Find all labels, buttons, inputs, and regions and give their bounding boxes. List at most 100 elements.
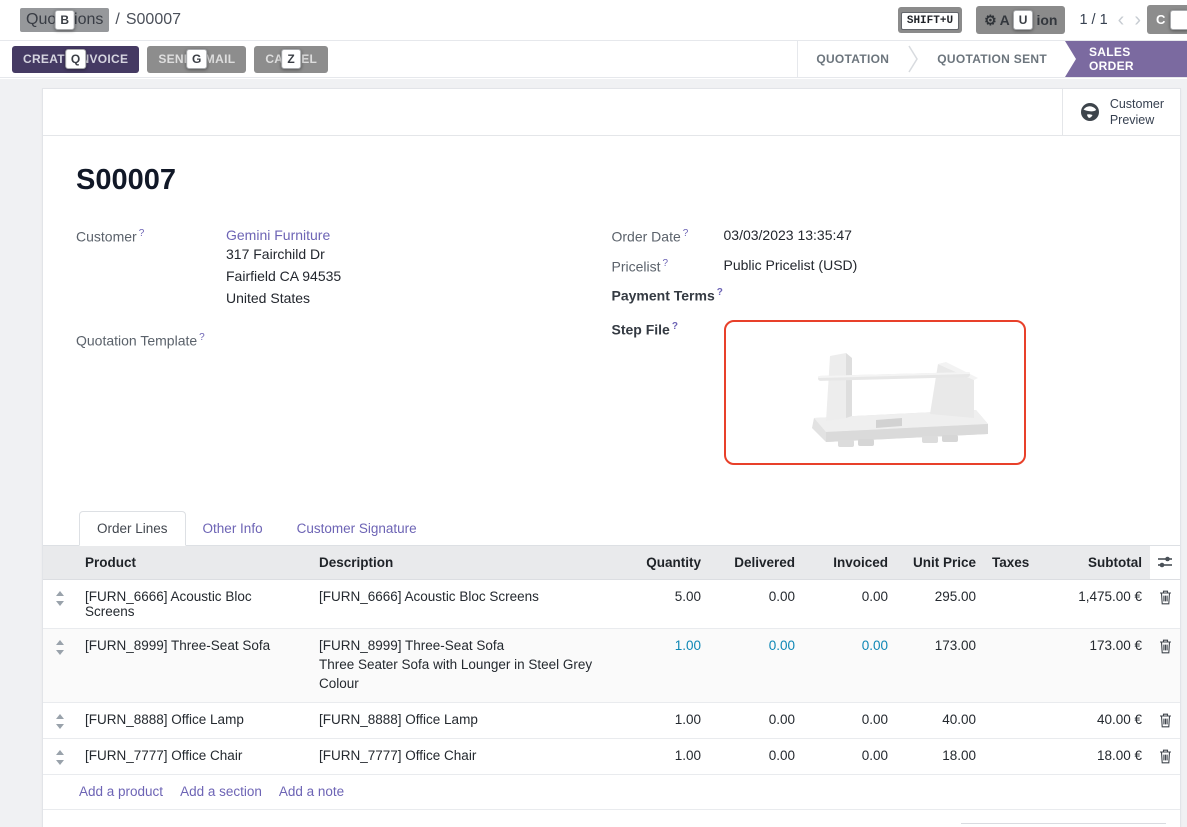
cell-invoiced[interactable]: 0.00 xyxy=(803,628,896,702)
order-line-row: [FURN_6666] Acoustic Bloc Screens [FURN_… xyxy=(43,579,1180,628)
cell-delivered[interactable]: 0.00 xyxy=(709,579,803,628)
cell-delivered[interactable]: 0.00 xyxy=(709,702,803,738)
field-group-left: Customer? Gemini Furniture 317 Fairchild… xyxy=(76,227,612,477)
customer-link[interactable]: Gemini Furniture xyxy=(226,227,330,243)
cell-unit-price[interactable]: 173.00 xyxy=(896,628,984,702)
tab-order-lines[interactable]: Order Lines xyxy=(79,511,186,546)
help-icon: ? xyxy=(139,228,145,239)
customer-label: Customer? xyxy=(76,227,226,309)
status-step-quotation-sent[interactable]: QUOTATION SENT xyxy=(919,41,1065,77)
cell-description[interactable]: [FURN_8888] Office Lamp xyxy=(311,702,617,738)
cell-invoiced[interactable]: 0.00 xyxy=(803,702,896,738)
cell-subtotal: 18.00 € xyxy=(1036,738,1150,774)
status-separator-icon xyxy=(907,41,919,77)
cell-delivered[interactable]: 0.00 xyxy=(709,738,803,774)
sheet-head: S00007 Customer? Gemini Furniture 317 Fa… xyxy=(43,136,1180,477)
hint-key-badge-q: Q xyxy=(65,49,87,69)
breadcrumb-separator: / xyxy=(115,11,119,29)
help-icon: ? xyxy=(672,321,678,332)
cell-invoiced[interactable]: 0.00 xyxy=(803,738,896,774)
field-step-file: Step File? xyxy=(612,320,1148,465)
action-menu-label-start: A xyxy=(1000,12,1010,28)
delete-line-button[interactable] xyxy=(1150,702,1180,738)
create-invoice-button[interactable]: CREATE INVOICE Q xyxy=(12,46,139,73)
hint-key-badge-b: B xyxy=(54,10,75,30)
cell-quantity[interactable]: 5.00 xyxy=(617,579,709,628)
order-date-field[interactable]: 03/03/2023 13:35:47 xyxy=(724,227,852,245)
content-area: Customer Preview S00007 Customer? Gemini… xyxy=(0,79,1187,827)
column-header-subtotal[interactable]: Subtotal xyxy=(1036,546,1150,580)
cell-description[interactable]: [FURN_8999] Three-Seat Sofa Three Seater… xyxy=(311,628,617,702)
step-file-image-widget[interactable] xyxy=(724,320,1026,465)
order-line-row: [FURN_7777] Office Chair [FURN_7777] Off… xyxy=(43,738,1180,774)
edge-hint-button[interactable]: C xyxy=(1147,5,1187,34)
cell-unit-price[interactable]: 295.00 xyxy=(896,579,984,628)
cell-invoiced[interactable]: 0.00 xyxy=(803,579,896,628)
action-menu-button[interactable]: ⚙ A U ion xyxy=(976,6,1065,34)
status-step-sales-order-active[interactable]: SALES ORDER xyxy=(1065,41,1187,77)
send-email-button[interactable]: SEND EMAIL G xyxy=(147,46,246,73)
add-product-link[interactable]: Add a product xyxy=(79,784,163,799)
column-header-unit-price[interactable]: Unit Price xyxy=(896,546,984,580)
drag-handle[interactable] xyxy=(43,579,77,628)
status-step-quotation[interactable]: QUOTATION xyxy=(798,41,907,77)
form-sheet: Customer Preview S00007 Customer? Gemini… xyxy=(42,88,1181,827)
line-action-links: Add a product Add a section Add a note xyxy=(43,775,1180,810)
customer-preview-button[interactable]: Customer Preview xyxy=(1062,89,1180,135)
hint-key-badge-edge xyxy=(1170,10,1187,30)
breadcrumb-quotations-link[interactable]: Quotations B xyxy=(20,8,109,32)
column-header-quantity[interactable]: Quantity xyxy=(617,546,709,580)
drag-handle[interactable] xyxy=(43,628,77,702)
cell-quantity[interactable]: 1.00 xyxy=(617,738,709,774)
cell-taxes[interactable] xyxy=(984,579,1036,628)
drag-handle[interactable] xyxy=(43,738,77,774)
action-menu-label-end: ion xyxy=(1036,12,1057,28)
cell-unit-price[interactable]: 18.00 xyxy=(896,738,984,774)
payment-terms-label: Payment Terms? xyxy=(612,286,724,304)
column-header-description[interactable]: Description xyxy=(311,546,617,580)
cell-subtotal: 173.00 € xyxy=(1036,628,1150,702)
delete-line-button[interactable] xyxy=(1150,738,1180,774)
terms-and-conditions-field[interactable]: Terms and conditions... xyxy=(79,823,218,827)
document-title-field[interactable]: S00007 xyxy=(76,164,1147,197)
sliders-icon xyxy=(1157,555,1173,569)
cancel-button[interactable]: CANCEL Z xyxy=(254,46,328,73)
shift-u-shortcut-badge: SHIFT+U xyxy=(901,12,959,30)
pricelist-field[interactable]: Public Pricelist (USD) xyxy=(724,257,858,275)
pager-previous-button[interactable]: ‹ xyxy=(1118,10,1125,30)
pager-value: 1 / 1 xyxy=(1079,12,1107,28)
column-header-invoiced[interactable]: Invoiced xyxy=(803,546,896,580)
drag-handle-icon xyxy=(55,750,65,765)
totals-block: Total: 1,706.00 € xyxy=(961,823,1166,827)
cell-quantity[interactable]: 1.00 xyxy=(617,628,709,702)
cell-product[interactable]: [FURN_6666] Acoustic Bloc Screens xyxy=(77,579,311,628)
sheet-footer: Terms and conditions... Total: 1,706.00 … xyxy=(43,810,1180,827)
cell-description[interactable]: [FURN_6666] Acoustic Bloc Screens xyxy=(311,579,617,628)
cell-product[interactable]: [FURN_8999] Three-Seat Sofa xyxy=(77,628,311,702)
add-section-link[interactable]: Add a section xyxy=(180,784,262,799)
delete-line-button[interactable] xyxy=(1150,579,1180,628)
add-note-link[interactable]: Add a note xyxy=(279,784,344,799)
action-buttons: CREATE INVOICE Q SEND EMAIL G CANCEL Z xyxy=(0,41,328,77)
cell-delivered[interactable]: 0.00 xyxy=(709,628,803,702)
control-panel-top: Quotations B / S00007 SHIFT+U ⚙ A U ion … xyxy=(0,0,1187,40)
order-date-label: Order Date? xyxy=(612,227,724,245)
trash-icon xyxy=(1159,639,1172,654)
drag-handle[interactable] xyxy=(43,702,77,738)
cell-taxes[interactable] xyxy=(984,738,1036,774)
cell-product[interactable]: [FURN_7777] Office Chair xyxy=(77,738,311,774)
column-header-product[interactable]: Product xyxy=(77,546,311,580)
cell-description[interactable]: [FURN_7777] Office Chair xyxy=(311,738,617,774)
tab-other-info[interactable]: Other Info xyxy=(186,512,280,545)
cell-quantity[interactable]: 1.00 xyxy=(617,702,709,738)
delete-line-button[interactable] xyxy=(1150,628,1180,702)
cell-unit-price[interactable]: 40.00 xyxy=(896,702,984,738)
cell-taxes[interactable] xyxy=(984,628,1036,702)
optional-columns-button[interactable] xyxy=(1150,546,1180,580)
cell-product[interactable]: [FURN_8888] Office Lamp xyxy=(77,702,311,738)
column-header-taxes[interactable]: Taxes xyxy=(984,546,1036,580)
pager-next-button[interactable]: › xyxy=(1134,10,1141,30)
column-header-delivered[interactable]: Delivered xyxy=(709,546,803,580)
cell-taxes[interactable] xyxy=(984,702,1036,738)
tab-customer-signature[interactable]: Customer Signature xyxy=(280,512,434,545)
